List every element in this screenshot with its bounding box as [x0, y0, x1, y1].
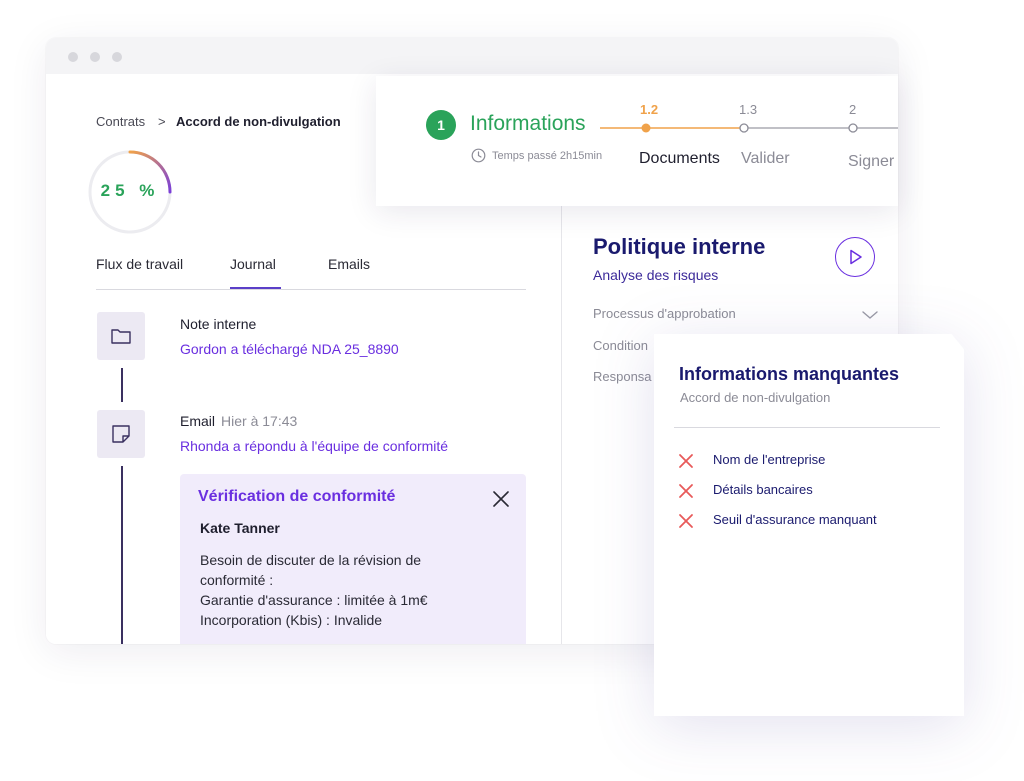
timeline-item-time: Hier à 17:43	[221, 413, 298, 429]
missing-item: Détails bancaires	[678, 481, 948, 501]
window-control-dot[interactable]	[112, 52, 122, 62]
clock-icon	[471, 148, 486, 163]
compliance-check-card: Vérification de conformité Kate Tanner B…	[180, 474, 526, 644]
panel-divider	[561, 206, 562, 644]
tab-active-indicator	[230, 287, 281, 289]
missing-item-label: Détails bancaires	[713, 482, 813, 497]
card-message-line: Besoin de discuter de la révision de	[200, 552, 422, 568]
progress-percent: 25 %	[100, 181, 160, 200]
tab-emails[interactable]: Emails	[328, 256, 370, 272]
policy-row-approval[interactable]: Processus d'approbation	[593, 306, 736, 321]
tab-flux-de-travail[interactable]: Flux de travail	[96, 256, 183, 272]
timeline-item-title: Note interne	[180, 316, 257, 332]
policy-row-responsable[interactable]: Responsa	[593, 369, 652, 384]
missing-item-label: Nom de l'entreprise	[713, 452, 826, 467]
breadcrumb-root[interactable]: Contrats	[96, 114, 145, 129]
missing-info-subtitle: Accord de non-divulgation	[680, 390, 831, 405]
time-spent: Temps passé 2h15min	[492, 150, 603, 162]
step-label-documents[interactable]: Documents	[639, 150, 720, 168]
timeline-item-link[interactable]: Rhonda a répondu à l'équipe de conformit…	[180, 438, 448, 454]
timeline-icon-box	[97, 410, 145, 458]
window-titlebar	[46, 38, 898, 74]
breadcrumb-separator: >	[158, 114, 166, 129]
current-step-label: Informations	[470, 112, 586, 135]
chevron-down-icon[interactable]	[862, 310, 878, 320]
card-message-line: conformité :	[200, 572, 274, 588]
policy-title: Politique interne	[593, 234, 766, 259]
cross-icon	[679, 454, 693, 468]
missing-item: Nom de l'entreprise	[678, 451, 948, 471]
timeline-connector	[121, 368, 123, 402]
missing-info-title: Informations manquantes	[679, 364, 900, 384]
policy-row-condition[interactable]: Condition	[593, 338, 648, 353]
window-control-dot[interactable]	[90, 52, 100, 62]
folder-icon	[111, 329, 131, 344]
stepper-track	[600, 123, 898, 133]
close-icon[interactable]	[490, 488, 512, 510]
step-number-badge: 1	[426, 110, 456, 140]
tab-journal[interactable]: Journal	[230, 256, 276, 272]
workflow-stepper: 1 Informations Temps passé 2h15min 1.2 1…	[376, 76, 898, 206]
missing-info-card: Informations manquantes Accord de non-di…	[654, 334, 964, 716]
tabs-underline	[96, 289, 526, 290]
card-author: Kate Tanner	[200, 520, 280, 536]
cross-icon	[679, 514, 693, 528]
timeline-connector	[121, 466, 123, 644]
step-number-1-2: 1.2	[640, 102, 659, 117]
timeline-item-link[interactable]: Gordon a téléchargé NDA 25_8890	[180, 341, 399, 357]
step-dot-active[interactable]	[641, 123, 651, 133]
step-number-1-3: 1.3	[739, 102, 758, 117]
timeline-item-type: Email	[180, 413, 216, 429]
missing-info-divider	[674, 427, 940, 428]
card-message: Besoin de discuter de la révision de con…	[200, 550, 428, 630]
step-label-signer[interactable]: Signer	[848, 153, 894, 171]
missing-info-card-shadow: Informations manquantes Accord de non-di…	[654, 334, 964, 716]
cross-icon	[679, 484, 693, 498]
card-message-line: Incorporation (Kbis) : Invalide	[200, 612, 383, 628]
step-label-valider[interactable]: Valider	[741, 150, 790, 168]
policy-subtitle: Analyse des risques	[593, 267, 719, 283]
breadcrumb-current: Accord de non-divulgation	[176, 114, 341, 129]
missing-item: Seuil d'assurance manquant	[678, 511, 948, 531]
timeline-item-title: Email Hier à 17:43	[180, 413, 297, 429]
missing-item-label: Seuil d'assurance manquant	[713, 512, 877, 527]
note-icon	[112, 425, 130, 443]
step-number-2: 2	[849, 102, 857, 117]
card-message-line: Garantie d'assurance : limitée à 1m€	[200, 592, 428, 608]
card-title: Vérification de conformité	[198, 488, 396, 505]
step-dot-upcoming[interactable]	[739, 123, 749, 133]
play-icon	[850, 249, 862, 265]
timeline-icon-box	[97, 312, 145, 360]
play-button[interactable]	[835, 237, 875, 277]
step-dot-upcoming[interactable]	[848, 123, 858, 133]
window-control-dot[interactable]	[68, 52, 78, 62]
